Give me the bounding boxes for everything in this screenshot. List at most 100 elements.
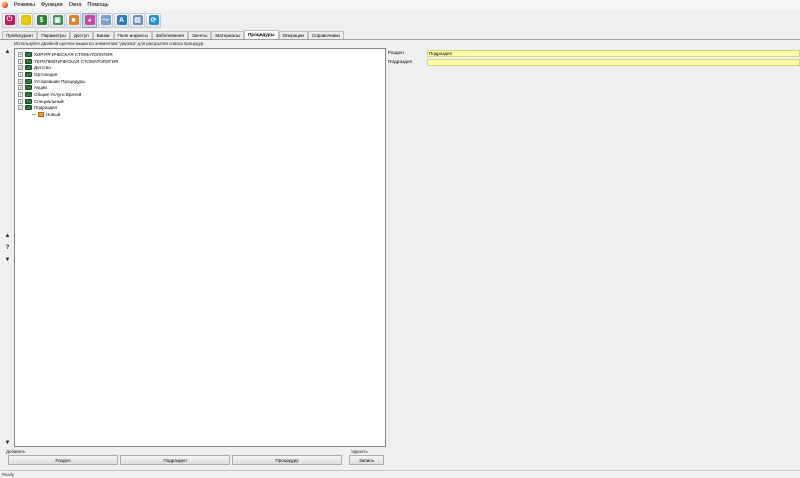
scroll-top-icon[interactable]: ▲	[3, 48, 12, 56]
toolbar-button-smiley[interactable]: ☺	[18, 12, 33, 28]
tab-strip: Прейскурант Параметры Доступ Банки Поле инде…	[0, 30, 800, 40]
folder-icon	[25, 71, 32, 77]
tree-node-label: ХИРУРГИЧЕСКАЯ СТОМАТОЛОГИЯ	[34, 51, 113, 57]
toolbar-button-font[interactable]: A	[114, 12, 129, 28]
folder-icon	[25, 91, 32, 97]
toolbar: ⏻ ☺ $ ▣ ■ ◕ 〜 A ▤ ⟳	[0, 10, 800, 30]
folder-icon	[25, 98, 32, 104]
tab-9[interactable]: Процедуры	[244, 30, 279, 39]
expand-toggle-icon[interactable]: +	[18, 65, 23, 71]
tree-node[interactable]: + Детство	[18, 64, 382, 71]
move-up-icon[interactable]: ▲	[3, 232, 12, 240]
smiley-icon: ☺	[20, 15, 31, 25]
left-side-toolbar: ▲ ▲ ? ▼ ▼	[3, 48, 13, 448]
subsection-label: Подраздел	[388, 60, 413, 65]
tree-node-label: Детство	[34, 65, 51, 71]
add-label: Добавить	[6, 449, 26, 454]
tree-node-label: Акции	[34, 85, 47, 91]
toolbar-button-print[interactable]: ▤	[130, 12, 145, 28]
folder-icon	[25, 65, 32, 71]
help-icon[interactable]: ?	[3, 244, 12, 252]
tab-11[interactable]: Справочники	[308, 31, 344, 39]
menu-help[interactable]: Помощь	[84, 2, 111, 8]
toolbar-button-box[interactable]: ■	[66, 12, 81, 28]
tab-1[interactable]: Прейскурант	[2, 31, 38, 39]
toolbar-button-exit[interactable]: ⏻	[2, 12, 17, 28]
expand-toggle-icon[interactable]: +	[18, 85, 23, 91]
folder-icon	[25, 58, 32, 64]
subsection-field[interactable]	[427, 59, 800, 66]
toolbar-button-refresh[interactable]: ⟳	[146, 12, 161, 28]
folder-icon	[25, 105, 32, 111]
tree-node[interactable]: + Общие Услуги Врачей	[18, 91, 382, 98]
expand-toggle-icon[interactable]: +	[18, 58, 23, 64]
tab-10[interactable]: Операции	[278, 31, 308, 39]
tab-7[interactable]: Зачеты	[187, 31, 212, 39]
delete-label: Удалить	[351, 449, 368, 454]
tree-node[interactable]: + ТЕРАПЕВТИЧЕСКАЯ СТОМАТОЛОГИЯ	[18, 58, 382, 65]
tree-node-label: ТЕРАПЕВТИЧЕСКАЯ СТОМАТОЛОГИЯ	[34, 58, 119, 64]
tree-node[interactable]: + ХИРУРГИЧЕСКАЯ СТОМАТОЛОГИЯ	[18, 51, 382, 58]
tab-8[interactable]: Материалы	[211, 31, 244, 39]
tree-node[interactable]: + Устаревшие Процедуры	[18, 78, 382, 85]
font-icon: A	[116, 15, 127, 25]
add-procedure-button[interactable]: Процедуру	[232, 455, 342, 465]
section-field[interactable]: Подраздел	[427, 50, 800, 57]
folder-icon	[25, 85, 32, 91]
section-row: Раздел Подраздел	[387, 50, 800, 57]
add-subsection-button[interactable]: Подраздел	[120, 455, 230, 465]
toolbar-button-wave[interactable]: 〜	[98, 12, 113, 28]
tree-node-label: Общие Услуги Врачей	[34, 91, 82, 97]
tree-node-label: Устаревшие Процедуры	[34, 78, 86, 84]
expand-toggle-icon[interactable]: −	[18, 105, 23, 111]
move-down-icon[interactable]: ▼	[3, 256, 12, 264]
tree-node-label: Подраздел	[34, 105, 58, 111]
tab-4[interactable]: Банки	[92, 31, 114, 39]
tree-node-label: Специальный	[34, 98, 64, 104]
add-section-button[interactable]: Раздел	[8, 455, 118, 465]
item-icon	[38, 112, 44, 118]
menu-bar: Режимы Функции Окна Помощь	[0, 0, 800, 10]
tree-node[interactable]: − Подраздел	[18, 105, 382, 112]
expand-toggle-icon[interactable]: +	[18, 71, 23, 77]
tree-node-label: Ортопедия	[34, 71, 58, 77]
expand-toggle-icon[interactable]: +	[18, 98, 23, 104]
picture-icon: ▣	[52, 15, 63, 25]
status-bar: Ready	[0, 470, 800, 478]
hint-text: Используйте двойной щелчок мыши по элеме…	[14, 41, 205, 46]
money-icon: $	[36, 15, 47, 25]
toolbar-button-chart[interactable]: ◕	[82, 12, 97, 28]
tree-child-label: Новый	[46, 112, 61, 118]
procedures-tree[interactable]: + ХИРУРГИЧЕСКАЯ СТОМАТОЛОГИЯ + ТЕРАПЕВТИЧЕС…	[14, 48, 386, 447]
scroll-bottom-icon[interactable]: ▼	[3, 439, 12, 447]
tree-node[interactable]: + Специальный	[18, 98, 382, 105]
expand-toggle-icon[interactable]: +	[18, 51, 23, 57]
tree-child-node[interactable]: Новый	[18, 111, 382, 118]
box-icon: ■	[68, 15, 79, 25]
tab-3[interactable]: Доступ	[69, 31, 93, 39]
expand-toggle-icon[interactable]: +	[18, 91, 23, 97]
menu-windows[interactable]: Окна	[66, 2, 85, 8]
tree-node[interactable]: + Ортопедия	[18, 71, 382, 78]
tab-5[interactable]: Поле индексы	[113, 31, 152, 39]
toolbar-button-money[interactable]: $	[34, 12, 49, 28]
toolbar-button-picture[interactable]: ▣	[50, 12, 65, 28]
chart-icon: ◕	[84, 15, 95, 25]
exit-icon: ⏻	[4, 15, 15, 25]
folder-icon	[25, 51, 32, 57]
tab-2[interactable]: Параметры	[37, 31, 70, 39]
expand-toggle-icon[interactable]: +	[18, 78, 23, 84]
menu-modes[interactable]: Режимы	[11, 2, 38, 8]
tree-node[interactable]: + Акции	[18, 84, 382, 91]
wave-icon: 〜	[100, 15, 111, 25]
delete-record-button[interactable]: Запись	[349, 455, 384, 465]
properties-panel: Раздел Подраздел Подраздел	[387, 48, 800, 68]
section-label: Раздел	[388, 51, 404, 56]
subsection-row: Подраздел	[387, 59, 800, 66]
print-icon: ▤	[132, 15, 143, 25]
branch-line	[32, 114, 36, 116]
folder-icon	[25, 78, 32, 84]
menu-functions[interactable]: Функции	[38, 2, 66, 8]
tab-6[interactable]: Заболевания	[151, 31, 188, 39]
app-logo-icon	[2, 2, 8, 8]
